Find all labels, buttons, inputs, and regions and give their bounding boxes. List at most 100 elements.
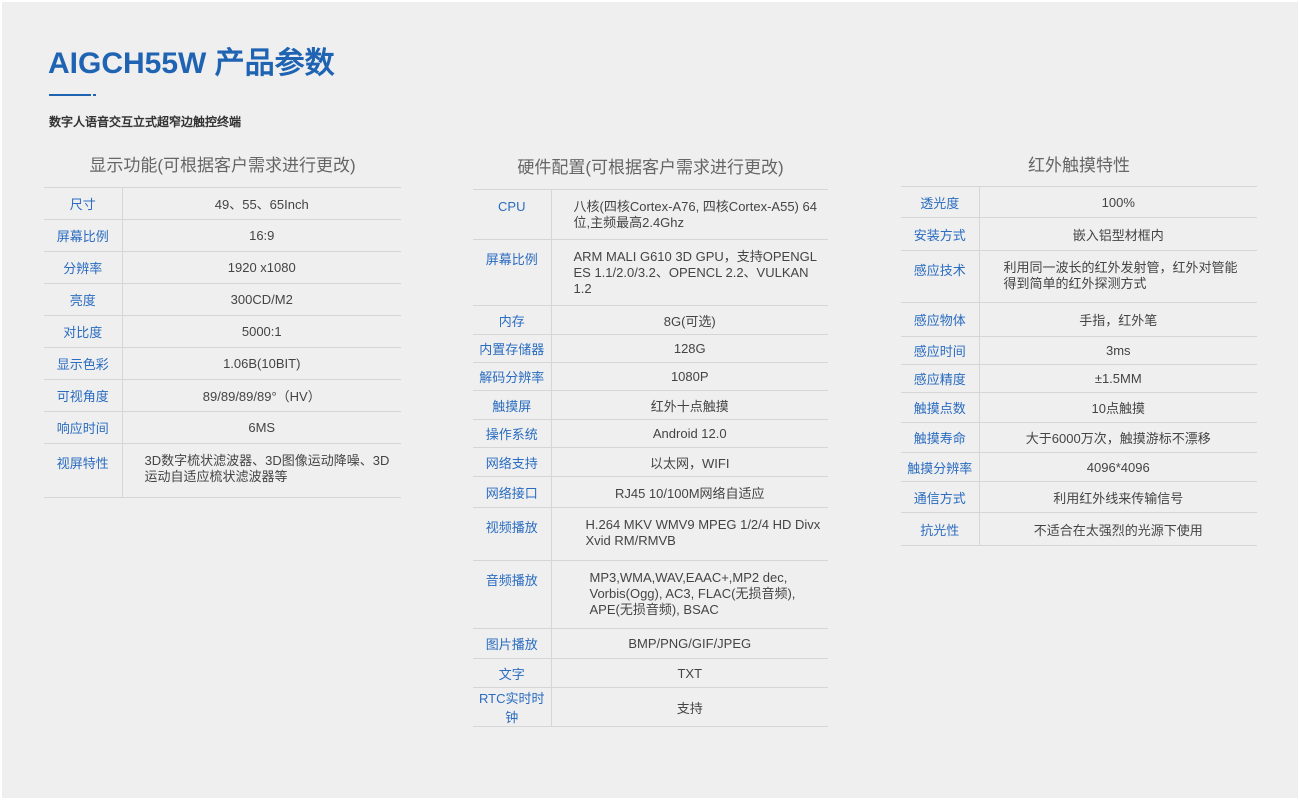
- spec-value: 100%: [979, 186, 1257, 218]
- spec-key: RTC实时时钟: [473, 687, 552, 727]
- display-spec-title: 显示功能(可根据客户需求进行更改): [89, 156, 356, 175]
- spec-key: 内存: [473, 305, 552, 335]
- table-row: CPU 八核(四核Cortex-A76, 四核Cortex-A55) 64位,主…: [473, 189, 828, 240]
- table-row: 网络接口 RJ45 10/100M网络自适应: [473, 476, 828, 508]
- table-row: 网络支持 以太网，WIFI: [473, 447, 828, 477]
- table-row: 通信方式 利用红外线来传输信号: [901, 481, 1257, 513]
- table-row: 显示色彩 1.06B(10BIT): [44, 347, 401, 380]
- spec-key: 抗光性: [901, 512, 980, 546]
- page-subtitle: 数字人语音交互立式超窄边触控终端: [49, 115, 242, 129]
- spec-key: 操作系统: [473, 419, 552, 448]
- spec-value: 八核(四核Cortex-A76, 四核Cortex-A55) 64位,主频最高2…: [551, 189, 828, 240]
- hardware-spec-table: CPU 八核(四核Cortex-A76, 四核Cortex-A55) 64位,主…: [473, 189, 828, 727]
- spec-value: 16:9: [122, 219, 401, 252]
- table-row: 感应物体 手指，红外笔: [901, 302, 1257, 337]
- table-row: 视屏特性 3D数字梳状滤波器、3D图像运动降噪、3D运动自适应梳状滤波器等: [44, 443, 401, 498]
- spec-value: 128G: [551, 334, 828, 363]
- spec-value: 大于6000万次，触摸游标不漂移: [979, 422, 1257, 453]
- table-row: 视频播放 H.264 MKV WMV9 MPEG 1/2/4 HD Divx X…: [473, 507, 828, 561]
- spec-value: 49、55、65Inch: [122, 187, 401, 220]
- spec-key: 安装方式: [901, 217, 980, 251]
- spec-value: 利用同一波长的红外发射管，红外对管能得到简单的红外探测方式: [979, 250, 1257, 303]
- spec-key: 触摸寿命: [901, 422, 980, 453]
- spec-key: 响应时间: [44, 411, 123, 444]
- infrared-touch-title: 红外触摸特性: [1028, 156, 1130, 175]
- display-spec-column: 显示功能(可根据客户需求进行更改) 尺寸 49、55、65Inch 屏幕比例 1…: [44, 154, 401, 498]
- spec-value: 手指，红外笔: [979, 302, 1257, 337]
- infrared-touch-table: 透光度 100% 安装方式 嵌入铝型材框内 感应技术 利用同一波长的红外发射管，…: [901, 186, 1257, 546]
- hardware-spec-column: 硬件配置(可根据客户需求进行更改) CPU 八核(四核Cortex-A76, 四…: [473, 156, 828, 727]
- spec-key: 分辨率: [44, 251, 123, 284]
- spec-value: 1.06B(10BIT): [122, 347, 401, 380]
- page-title: AIGCH55W 产品参数: [48, 47, 335, 80]
- spec-value: 1080P: [551, 362, 828, 391]
- table-row: 抗光性 不适合在太强烈的光源下使用: [901, 512, 1257, 546]
- table-row: 音频播放 MP3,WMA,WAV,EAAC+,MP2 dec, Vorbis(O…: [473, 560, 828, 629]
- table-row: 内置存储器 128G: [473, 334, 828, 363]
- table-row: 感应技术 利用同一波长的红外发射管，红外对管能得到简单的红外探测方式: [901, 250, 1257, 303]
- spec-key: CPU: [473, 189, 552, 240]
- table-row: 触摸点数 10点触摸: [901, 392, 1257, 423]
- spec-value: 300CD/M2: [122, 283, 401, 316]
- spec-key: 屏幕比例: [473, 239, 552, 306]
- spec-value: 1920 x1080: [122, 251, 401, 284]
- display-spec-table: 尺寸 49、55、65Inch 屏幕比例 16:9 分辨率 1920 x1080…: [44, 187, 401, 498]
- table-row: 屏幕比例 ARM MALI G610 3D GPU，支持OPENGL ES 1.…: [473, 239, 828, 306]
- spec-value: 利用红外线来传输信号: [979, 481, 1257, 513]
- spec-key: 通信方式: [901, 481, 980, 513]
- table-row: 图片播放 BMP/PNG/GIF/JPEG: [473, 628, 828, 659]
- spec-key: 网络接口: [473, 476, 552, 508]
- spec-value: 不适合在太强烈的光源下使用: [979, 512, 1257, 546]
- table-row: 透光度 100%: [901, 186, 1257, 218]
- spec-sheet-page: AIGCH55W 产品参数 数字人语音交互立式超窄边触控终端 显示功能(可根据客…: [2, 2, 1298, 798]
- spec-value: 4096*4096: [979, 452, 1257, 482]
- spec-value: 3D数字梳状滤波器、3D图像运动降噪、3D运动自适应梳状滤波器等: [122, 443, 401, 498]
- table-row: 触摸屏 红外十点触摸: [473, 390, 828, 420]
- title-underline: [49, 94, 91, 96]
- table-row: 操作系统 Android 12.0: [473, 419, 828, 448]
- spec-key: 网络支持: [473, 447, 552, 477]
- spec-key: 文字: [473, 658, 552, 688]
- table-row: 感应精度 ±1.5MM: [901, 364, 1257, 393]
- spec-key: 感应物体: [901, 302, 980, 337]
- spec-key: 视屏特性: [44, 443, 123, 498]
- table-row: 亮度 300CD/M2: [44, 283, 401, 316]
- table-row: 响应时间 6MS: [44, 411, 401, 444]
- spec-value: RJ45 10/100M网络自适应: [551, 476, 828, 508]
- spec-key: 解码分辨率: [473, 362, 552, 391]
- hardware-spec-title: 硬件配置(可根据客户需求进行更改): [517, 158, 784, 177]
- spec-value: TXT: [551, 658, 828, 688]
- table-row: 解码分辨率 1080P: [473, 362, 828, 391]
- spec-key: 视频播放: [473, 507, 552, 561]
- infrared-touch-column: 红外触摸特性 透光度 100% 安装方式 嵌入铝型材框内 感应技术 利用同一波长…: [901, 154, 1257, 546]
- spec-key: 触摸点数: [901, 392, 980, 423]
- spec-key: 感应技术: [901, 250, 980, 303]
- table-row: 文字 TXT: [473, 658, 828, 688]
- spec-value: ±1.5MM: [979, 364, 1257, 393]
- title-underline-dot: [93, 94, 96, 96]
- spec-value: 3ms: [979, 336, 1257, 365]
- spec-key: 屏幕比例: [44, 219, 123, 252]
- spec-value: ARM MALI G610 3D GPU，支持OPENGL ES 1.1/2.0…: [551, 239, 828, 306]
- table-row: 可视角度 89/89/89/89°（HV）: [44, 379, 401, 412]
- spec-key: 显示色彩: [44, 347, 123, 380]
- table-row: 对比度 5000:1: [44, 315, 401, 348]
- table-row: 安装方式 嵌入铝型材框内: [901, 217, 1257, 251]
- spec-value: 支持: [551, 687, 828, 727]
- spec-value: 嵌入铝型材框内: [979, 217, 1257, 251]
- spec-key: 图片播放: [473, 628, 552, 659]
- spec-key: 可视角度: [44, 379, 123, 412]
- spec-value: 8G(可选): [551, 305, 828, 335]
- spec-value: 红外十点触摸: [551, 390, 828, 420]
- table-row: 屏幕比例 16:9: [44, 219, 401, 252]
- spec-key: 亮度: [44, 283, 123, 316]
- spec-value: 5000:1: [122, 315, 401, 348]
- spec-key: 内置存储器: [473, 334, 552, 363]
- spec-value: Android 12.0: [551, 419, 828, 448]
- table-row: 触摸寿命 大于6000万次，触摸游标不漂移: [901, 422, 1257, 453]
- spec-value: BMP/PNG/GIF/JPEG: [551, 628, 828, 659]
- spec-key: 对比度: [44, 315, 123, 348]
- table-row: 分辨率 1920 x1080: [44, 251, 401, 284]
- spec-value: 以太网，WIFI: [551, 447, 828, 477]
- spec-value: MP3,WMA,WAV,EAAC+,MP2 dec, Vorbis(Ogg), …: [551, 560, 828, 629]
